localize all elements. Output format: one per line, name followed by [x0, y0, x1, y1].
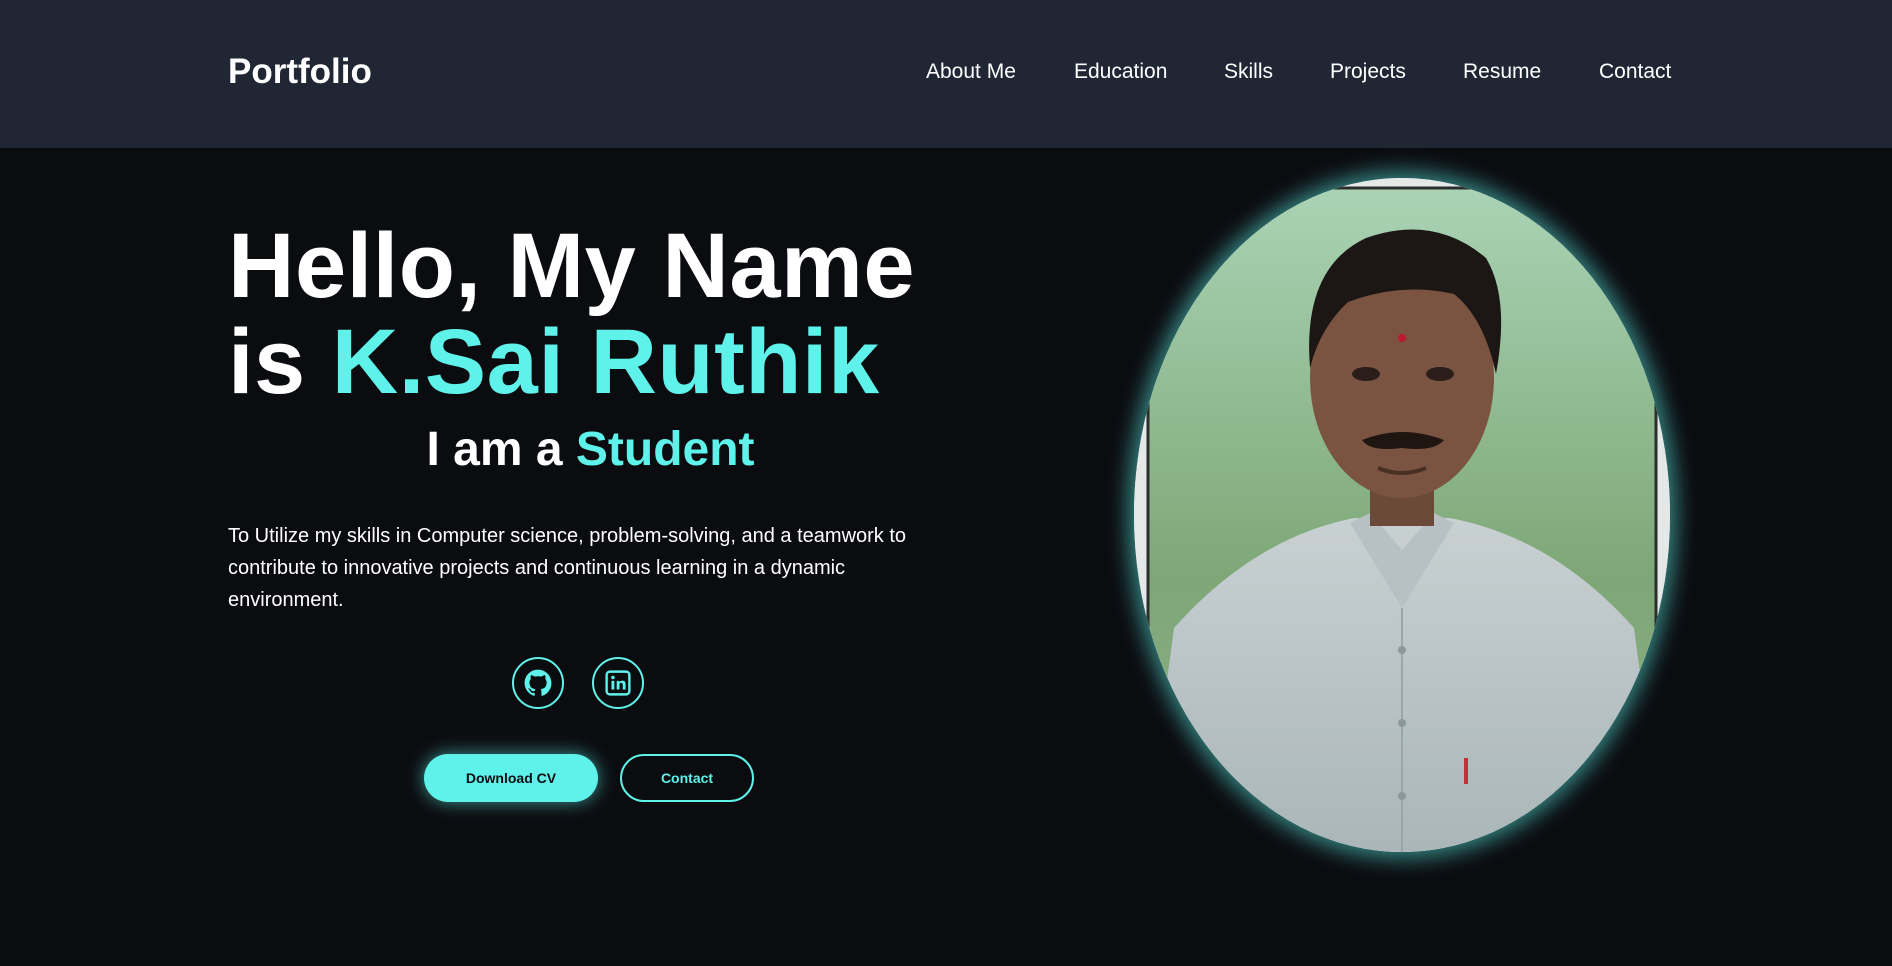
hero-name: K.Sai Ruthik [331, 311, 880, 413]
profile-photo [1134, 178, 1670, 852]
linkedin-link[interactable] [592, 657, 644, 709]
brand-logo[interactable]: Portfolio [228, 50, 372, 94]
nav-item-resume[interactable]: Resume [1463, 58, 1541, 86]
hero-heading: Hello, My Name is K.Sai Ruthik [228, 218, 915, 410]
hero-greeting-line1: Hello, My Name [228, 215, 915, 317]
linkedin-icon [605, 670, 631, 696]
nav-item-skills[interactable]: Skills [1224, 58, 1273, 86]
nav-item-education[interactable]: Education [1074, 58, 1167, 86]
nav-item-contact[interactable]: Contact [1599, 58, 1671, 86]
navbar: Portfolio About Me Education Skills Proj… [0, 0, 1892, 148]
download-cv-button[interactable]: Download CV [424, 754, 598, 802]
hero-subtitle: I am a Student [228, 422, 953, 478]
nav-item-projects[interactable]: Projects [1330, 58, 1406, 86]
hero-greeting-prefix: is [228, 311, 306, 413]
github-icon [524, 669, 552, 696]
hero-summary: To Utilize my skills in Computer science… [228, 525, 907, 611]
contact-button[interactable]: Contact [620, 754, 754, 802]
nav-item-about-me[interactable]: About Me [926, 58, 1016, 86]
github-link[interactable] [512, 657, 564, 709]
profile-portrait-image [1134, 178, 1670, 852]
subtitle-prefix: I am a [426, 423, 563, 476]
subtitle-role: Student [575, 423, 755, 476]
